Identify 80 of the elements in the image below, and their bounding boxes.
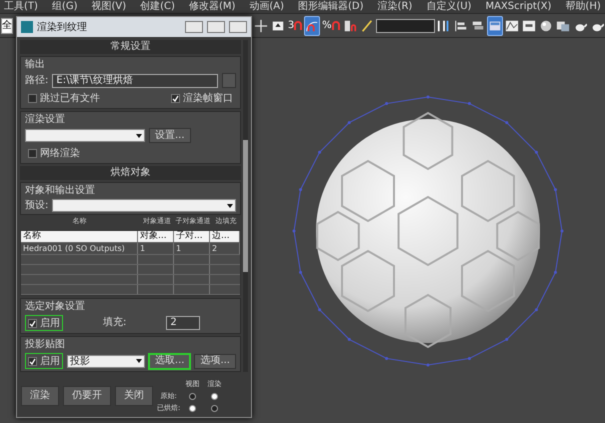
menu-item[interactable]: 图形编辑器(D) (298, 0, 364, 12)
field-label: 预设: (25, 200, 48, 212)
selection-set-dropdown[interactable] (376, 18, 435, 32)
checkbox[interactable]: 网络渲染 (25, 145, 236, 161)
menu-item[interactable]: 帮助(H) (565, 0, 601, 12)
group-label: 选定对象设置 (25, 301, 86, 313)
material-editor-icon (538, 18, 553, 32)
render-frame-icon (556, 18, 570, 32)
column-header[interactable]: 对象... (138, 231, 174, 242)
close-button[interactable] (229, 21, 247, 33)
snap-toggle[interactable]: % (321, 16, 340, 36)
projection-dropdown[interactable]: 投影 (67, 354, 145, 368)
table-cell: 1 (174, 243, 210, 254)
radio-button[interactable] (210, 404, 218, 412)
toolbar-button[interactable] (304, 16, 320, 36)
caret-icon (227, 204, 233, 208)
snap-toggle[interactable]: 3 (286, 16, 304, 36)
menu-item[interactable]: 动画(A) (249, 0, 284, 12)
padding-spinner[interactable]: 2 (166, 316, 200, 330)
checkbox[interactable]: 启用 (25, 315, 63, 331)
menu-item[interactable]: 组(G) (52, 0, 78, 12)
menu-item[interactable]: 创建(C) (140, 0, 175, 12)
menu-item[interactable]: 视图(V) (91, 0, 126, 12)
check-icon (172, 94, 179, 102)
menu-item[interactable]: MAXScript(X) (485, 0, 552, 12)
caret-icon (136, 134, 142, 138)
minimize-button[interactable] (185, 21, 203, 33)
menu-item[interactable]: 自定义(U) (426, 0, 472, 12)
layers-icon (470, 18, 485, 32)
align-icon (454, 18, 468, 32)
menu-item[interactable]: 渲染(R) (378, 0, 412, 12)
group-label: 对象和输出设置 (25, 185, 96, 197)
section-header[interactable]: 常规设置 (20, 40, 241, 54)
app-logo-icon (21, 21, 33, 33)
field-label: 填充: (103, 317, 126, 329)
table-cell: Hedra001 (0 SO Outputs) (21, 243, 138, 254)
window-title: 渲染到纹理 (37, 20, 88, 34)
move-icon (254, 18, 268, 32)
radio-button[interactable] (188, 404, 196, 412)
checkbox[interactable]: 渲染帧窗口 (168, 90, 236, 106)
tray-icon (270, 18, 285, 32)
curve-editor-icon (504, 18, 519, 32)
radio-button[interactable] (188, 392, 196, 400)
column-header[interactable]: 子对... (174, 231, 210, 242)
section-header[interactable]: 烘焙对象 (20, 166, 241, 180)
group-label: 投影贴图 (25, 339, 66, 351)
radio-button[interactable] (210, 392, 218, 400)
column-header[interactable]: 名称 (21, 231, 138, 242)
menu-item[interactable]: 修改器(M) (188, 0, 236, 12)
preset-dropdown[interactable] (52, 199, 236, 212)
maximize-button[interactable] (207, 21, 225, 33)
pencil-icon (360, 18, 374, 32)
mirror-icon (436, 18, 451, 32)
spinner-snap-icon (342, 18, 356, 32)
settings-button[interactable]: 设置... (149, 128, 191, 143)
check-icon (29, 320, 36, 326)
path-field[interactable]: E:\课节\纹理烘焙 (52, 74, 218, 88)
magnet-icon (332, 20, 340, 30)
field-label: 路径: (25, 74, 48, 86)
selection-filter-dropdown[interactable]: 全 (1, 18, 13, 34)
render-preset-dropdown[interactable] (25, 129, 145, 142)
column-header[interactable]: 边... (210, 231, 240, 242)
check-icon (29, 358, 36, 364)
table-cell: 2 (210, 243, 240, 254)
frame-icon (522, 18, 536, 32)
caret-icon (136, 359, 142, 363)
render-setup-icon (488, 18, 502, 32)
dialog-button[interactable]: 仍要开 (63, 386, 111, 406)
checkbox[interactable]: 启用 (25, 353, 63, 369)
menu-item[interactable]: 工具(T) (4, 0, 38, 12)
magnet-icon (294, 20, 302, 30)
group-label: 输出 (25, 59, 46, 71)
options-button[interactable]: 选项... (194, 354, 236, 368)
toolbar-button[interactable] (486, 16, 503, 36)
dialog-button[interactable]: 关闭 (115, 386, 153, 406)
group-label: 渲染设置 (25, 114, 66, 126)
pick-button[interactable]: 选取... (148, 354, 190, 368)
table-cell: 1 (138, 243, 174, 254)
checkbox[interactable]: 跳过已有文件 (25, 90, 103, 106)
dialog-button[interactable]: 渲染 (21, 386, 59, 406)
